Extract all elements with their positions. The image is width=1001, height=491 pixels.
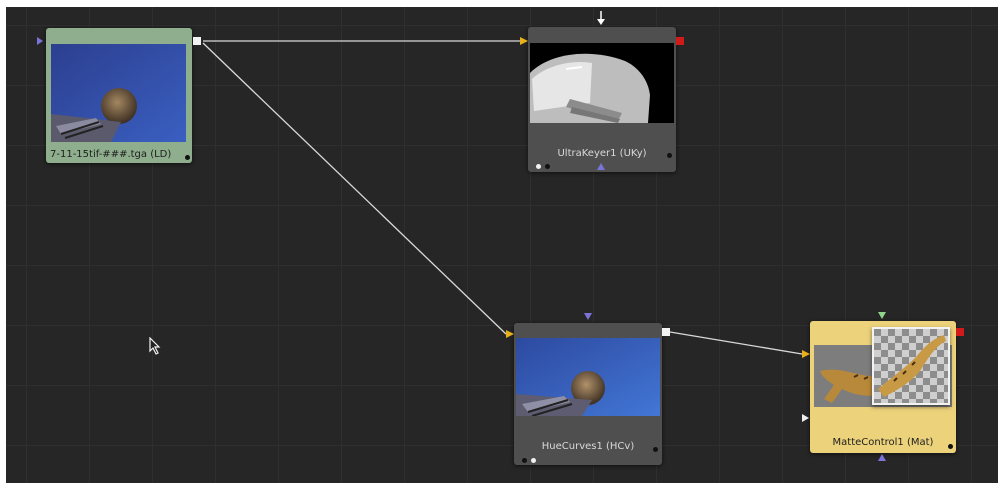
ultrakeyer-view-indicator — [667, 153, 672, 158]
mattecontrol-background-input-port[interactable] — [802, 350, 810, 358]
loader-node-label: 7-11-15tif-###.tga (LD) — [50, 149, 172, 160]
loader-output-port[interactable] — [193, 37, 201, 45]
ultrakeyer-thumbnail — [530, 43, 674, 123]
mattecontrol-output-port[interactable] — [956, 328, 964, 336]
ultrakeyer-input-port[interactable] — [520, 37, 528, 45]
huecurves-view-a — [522, 458, 527, 463]
mouse-cursor-icon — [149, 337, 161, 355]
ultrakeyer-view-b — [545, 164, 550, 169]
ultrakeyer-view-a — [536, 164, 541, 169]
huecurves-input-port[interactable] — [506, 330, 514, 338]
huecurves-node-label: HueCurves1 (HCv) — [541, 441, 635, 452]
mattecontrol-alpha-preview — [872, 327, 950, 405]
mattecontrol-foreground-input-port[interactable] — [802, 414, 809, 422]
huecurves-mask-port[interactable] — [584, 313, 592, 320]
huecurves-view-b — [531, 458, 536, 463]
loader-node[interactable]: 7-11-15tif-###.tga (LD) — [46, 28, 192, 163]
mattecontrol-view-indicator — [948, 444, 953, 449]
huecurves-node[interactable]: HueCurves1 (HCv) — [514, 323, 662, 465]
mattecontrol-garbage-matte-port[interactable] — [878, 312, 886, 319]
ultrakeyer-top-input-arrow[interactable] — [596, 11, 606, 27]
node-flow-canvas[interactable]: 7-11-15tif-###.tga (LD) UltraKeyer1 (UKy… — [6, 7, 998, 483]
loader-view-indicator — [185, 155, 190, 160]
ultrakeyer-node-label: UltraKeyer1 (UKy) — [557, 148, 647, 159]
mattecontrol-node[interactable]: MatteControl1 (Mat) — [810, 321, 956, 453]
wire-huecurves-to-mattecontrol — [669, 331, 803, 355]
huecurves-output-port[interactable] — [662, 328, 670, 336]
loader-input-port[interactable] — [37, 37, 43, 45]
loader-thumbnail — [51, 44, 186, 142]
ultrakeyer-output-port[interactable] — [676, 37, 684, 45]
ultrakeyer-node[interactable]: UltraKeyer1 (UKy) — [528, 27, 676, 172]
wire-loader-to-huecurves — [202, 42, 507, 335]
mattecontrol-effect-mask-port[interactable] — [878, 454, 886, 461]
ultrakeyer-mask-port[interactable] — [597, 163, 605, 170]
mattecontrol-node-label: MatteControl1 (Mat) — [832, 437, 934, 448]
huecurves-view-indicator — [653, 447, 658, 452]
huecurves-thumbnail — [516, 338, 660, 416]
